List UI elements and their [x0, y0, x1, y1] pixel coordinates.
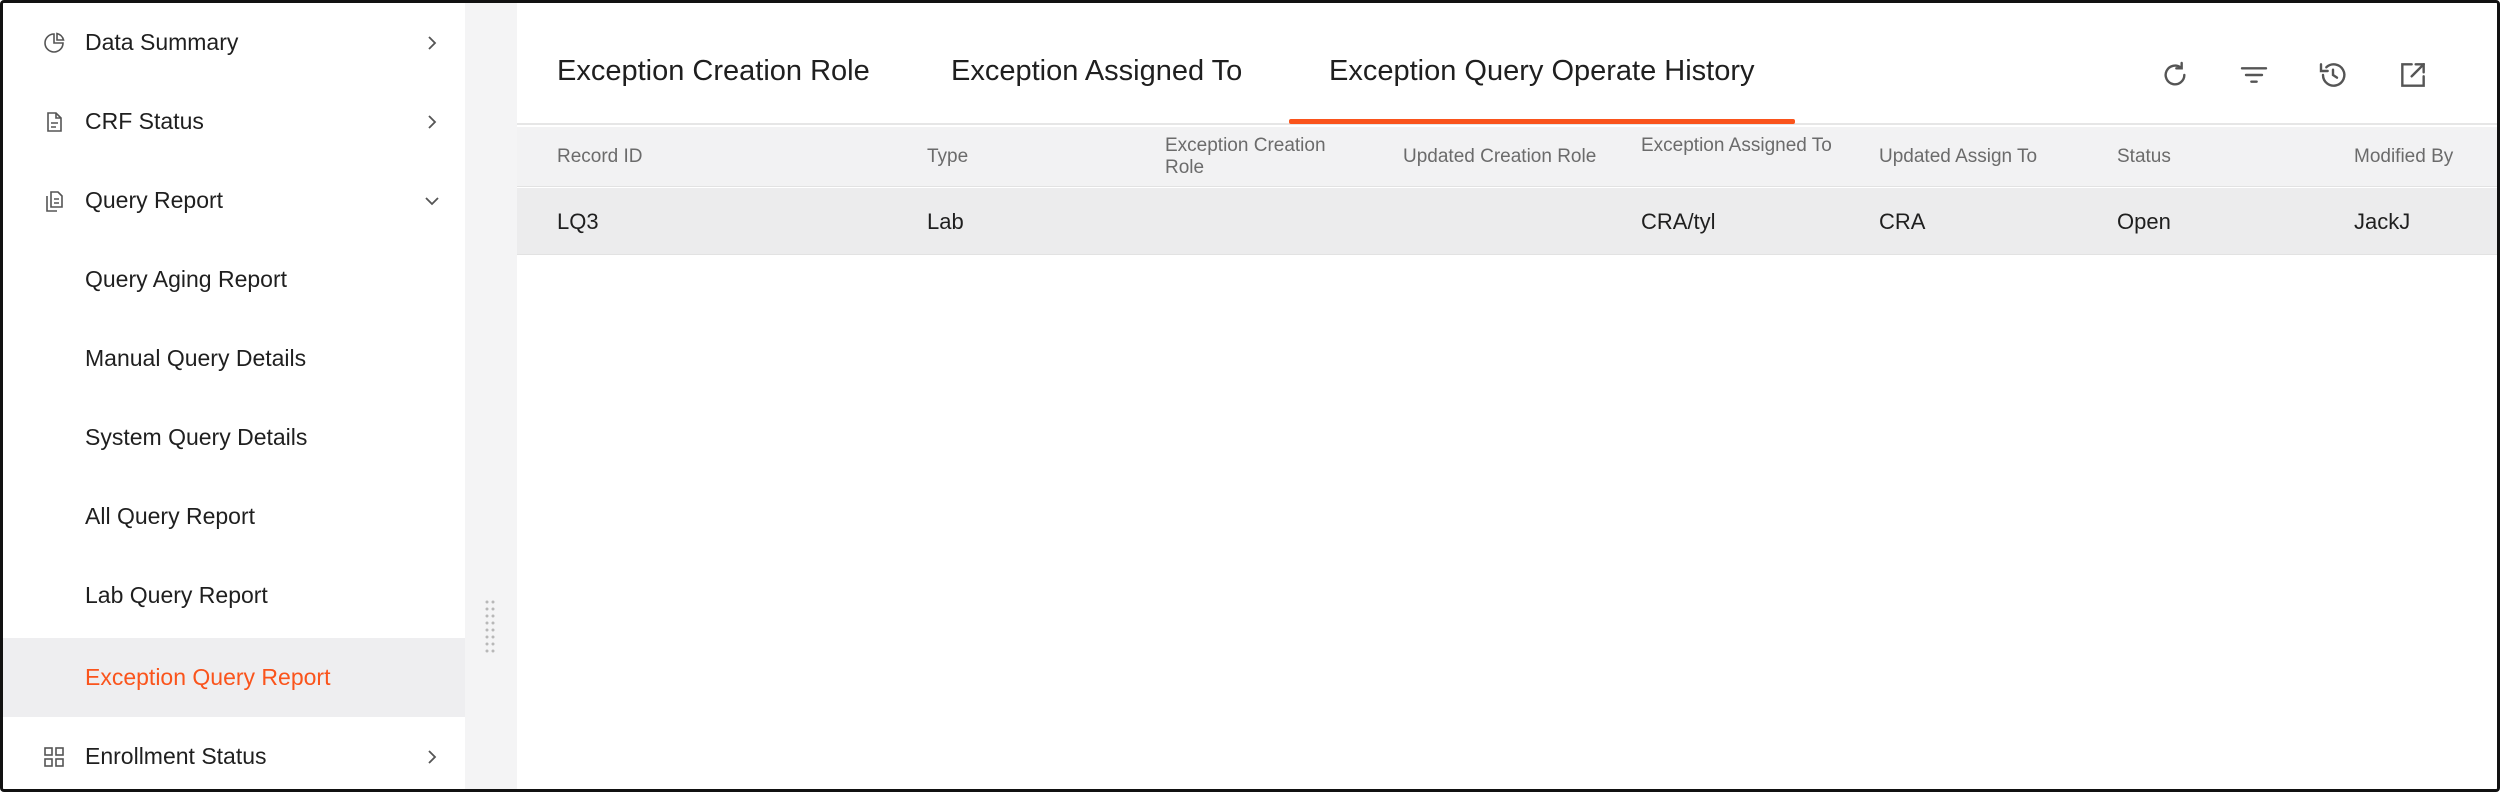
app-window: Data Summary CRF Status Query Report Que…	[0, 0, 2500, 792]
export-icon[interactable]	[2393, 55, 2433, 95]
pie-chart-icon	[41, 30, 67, 56]
sidebar-item-data-summary[interactable]: Data Summary	[3, 3, 465, 82]
refresh-icon[interactable]	[2155, 55, 2195, 95]
sidebar-item-label: Manual Query Details	[85, 345, 307, 371]
cell-status: Open	[2117, 209, 2171, 234]
sidebar-item-exception-query-report[interactable]: Exception Query Report	[3, 638, 465, 717]
file-text-icon	[41, 109, 67, 135]
sidebar-item-label: Lab Query Report	[85, 582, 268, 608]
sidebar-item-label: CRF Status	[85, 108, 204, 134]
chevron-right-icon	[421, 111, 443, 133]
filter-icon[interactable]	[2234, 55, 2274, 95]
drag-handle-icon[interactable]	[484, 599, 496, 653]
column-header[interactable]: Exception Assigned To	[1641, 135, 1841, 157]
history-icon[interactable]	[2313, 55, 2353, 95]
table-row[interactable]: LQ3 Lab CRA/tyl CRA Open JackJ	[517, 188, 2497, 255]
chevron-right-icon	[421, 32, 443, 54]
cell-exception-assigned-to: CRA/tyl	[1641, 209, 1716, 234]
column-header[interactable]: Updated Assign To	[1879, 146, 2037, 168]
column-header[interactable]: Exception Creation Role	[1165, 135, 1365, 179]
cell-modified-by: JackJ	[2354, 209, 2411, 234]
sidebar-item-all-query-report[interactable]: All Query Report	[3, 477, 465, 556]
column-header[interactable]: Status	[2117, 146, 2171, 168]
sidebar-item-query-report[interactable]: Query Report	[3, 161, 465, 240]
column-header[interactable]: Updated Creation Role	[1403, 146, 1596, 168]
column-header[interactable]: Record ID	[557, 146, 643, 168]
chevron-down-icon	[421, 190, 443, 212]
sidebar-item-label: System Query Details	[85, 424, 308, 450]
column-header[interactable]: Type	[927, 146, 968, 168]
column-header[interactable]: Modified By	[2354, 146, 2453, 168]
sidebar-item-enrollment-status[interactable]: Enrollment Status	[3, 717, 465, 789]
cell-updated-assign-to: CRA	[1879, 209, 1926, 234]
active-tab-indicator	[1289, 119, 1795, 124]
main-content: Exception Creation Role Exception Assign…	[517, 3, 2497, 789]
sidebar-item-label: Query Report	[85, 187, 224, 213]
sidebar-item-label: All Query Report	[85, 503, 256, 529]
sidebar-item-label: Exception Query Report	[85, 664, 331, 690]
chevron-right-icon	[421, 746, 443, 768]
tab-exception-assigned-to[interactable]: Exception Assigned To	[951, 55, 1242, 88]
tab-bar: Exception Creation Role Exception Assign…	[517, 3, 2497, 125]
sidebar-item-label: Enrollment Status	[85, 743, 267, 769]
sidebar-item-manual-query-details[interactable]: Manual Query Details	[3, 319, 465, 398]
tab-exception-query-operate-history[interactable]: Exception Query Operate History	[1329, 55, 1755, 88]
tab-exception-creation-role[interactable]: Exception Creation Role	[557, 55, 870, 88]
sidebar-splitter[interactable]	[465, 3, 517, 789]
grid-icon	[41, 744, 67, 770]
sidebar-item-label: Query Aging Report	[85, 266, 288, 292]
cell-record-id: LQ3	[557, 209, 599, 234]
sidebar-item-system-query-details[interactable]: System Query Details	[3, 398, 465, 477]
sidebar-item-crf-status[interactable]: CRF Status	[3, 82, 465, 161]
sidebar-item-query-aging-report[interactable]: Query Aging Report	[3, 240, 465, 319]
table-header: Record ID Type Exception Creation Role U…	[517, 127, 2497, 187]
sidebar-item-label: Data Summary	[85, 29, 239, 55]
sidebar-item-lab-query-report[interactable]: Lab Query Report	[3, 556, 465, 635]
copy-docs-icon	[41, 188, 67, 214]
sidebar: Data Summary CRF Status Query Report Que…	[3, 3, 465, 789]
cell-type: Lab	[927, 209, 964, 234]
